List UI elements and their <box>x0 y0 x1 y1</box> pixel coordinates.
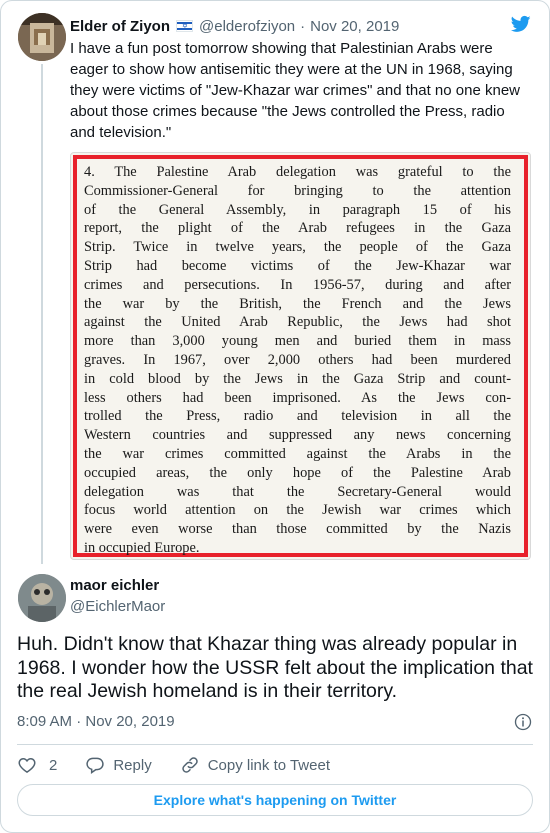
document-line: trolled the Press, radio and television … <box>84 408 511 425</box>
copy-link-button[interactable]: Copy link to Tweet <box>180 755 330 775</box>
parent-tweet-header: Elder of Ziyon ✡ @elderofziyon · Nov 20,… <box>70 16 399 36</box>
thread-connector <box>41 64 43 564</box>
reply-label: Reply <box>113 756 152 774</box>
document-line: graves. In 1967, over 2,000 others had b… <box>84 351 511 368</box>
document-line: less others had been imprisoned. As the … <box>84 389 511 406</box>
link-icon <box>181 757 198 773</box>
document-line: more than 3,000 young men and buried the… <box>84 333 511 350</box>
reply-timestamp[interactable]: 8:09 AM · Nov 20, 2019 <box>17 713 175 730</box>
parent-tweet-text: I have a fun post tomorrow showing that … <box>70 40 520 141</box>
reply-author-handle[interactable]: @EichlerMaor <box>70 598 165 615</box>
copy-link-label: Copy link to Tweet <box>207 756 330 774</box>
author-avatar[interactable] <box>18 13 66 61</box>
twitter-bird-icon[interactable] <box>510 14 532 34</box>
document-line: against the United Arab Republic, the Je… <box>84 314 511 331</box>
reply-author-name[interactable]: maor eichler <box>70 577 159 594</box>
reply-author-avatar[interactable] <box>18 574 66 622</box>
reply-button[interactable]: Reply <box>85 755 152 775</box>
israel-flag-icon: ✡ <box>176 20 194 32</box>
document-line: delegation was that the Secretary-Genera… <box>84 483 511 500</box>
divider <box>17 744 533 745</box>
document-line: Strip had become victims of the Jew-Khaz… <box>84 257 511 274</box>
heart-icon <box>18 757 36 773</box>
document-line: Western countries and suppressed any new… <box>84 427 511 444</box>
document-line: Commissioner-General for bringing to the… <box>84 182 511 199</box>
document-line: occupied areas, the only hope of the Pal… <box>84 464 511 481</box>
document-line: crimes and persecutions. In 1956-57, dur… <box>84 276 511 293</box>
document-image[interactable]: 4. The Palestine Arab delegation was gra… <box>70 152 531 560</box>
like-button[interactable]: 2 <box>17 755 57 775</box>
document-text: 4. The Palestine Arab delegation was gra… <box>84 163 511 558</box>
reply-tweet-text: Huh. Didn't know that Khazar thing was a… <box>17 633 533 702</box>
reply-icon <box>86 757 105 774</box>
tweet-actions: 2 Reply Copy link to Tweet <box>17 754 358 776</box>
document-line: report, the plight of the Arab refugees … <box>84 220 511 237</box>
like-count: 2 <box>49 756 58 774</box>
document-line: of the General Assembly, in paragraph 15… <box>84 201 511 218</box>
author-handle[interactable]: @elderofziyon <box>199 18 295 35</box>
document-line: the war crimes committed against the Ara… <box>84 445 511 462</box>
document-line: Strip. Twice in twelve years, the people… <box>84 239 511 256</box>
document-line: 4. The Palestine Arab delegation was gra… <box>84 164 511 180</box>
author-name[interactable]: Elder of Ziyon <box>70 18 170 35</box>
document-line: in cold blood by the Jews in the Gaza St… <box>84 370 511 387</box>
tweet-date[interactable]: Nov 20, 2019 <box>310 18 399 35</box>
explore-button[interactable]: Explore what's happening on Twitter <box>17 784 533 816</box>
separator-dot: · <box>300 17 306 35</box>
info-icon[interactable] <box>514 713 532 731</box>
document-line: in occupied Europe. <box>84 539 200 556</box>
document-line: were even worse than those committed by … <box>84 521 511 538</box>
document-line: the war by the British, the French and t… <box>84 295 511 312</box>
document-line: focus world attention on the Jewish war … <box>84 502 511 519</box>
